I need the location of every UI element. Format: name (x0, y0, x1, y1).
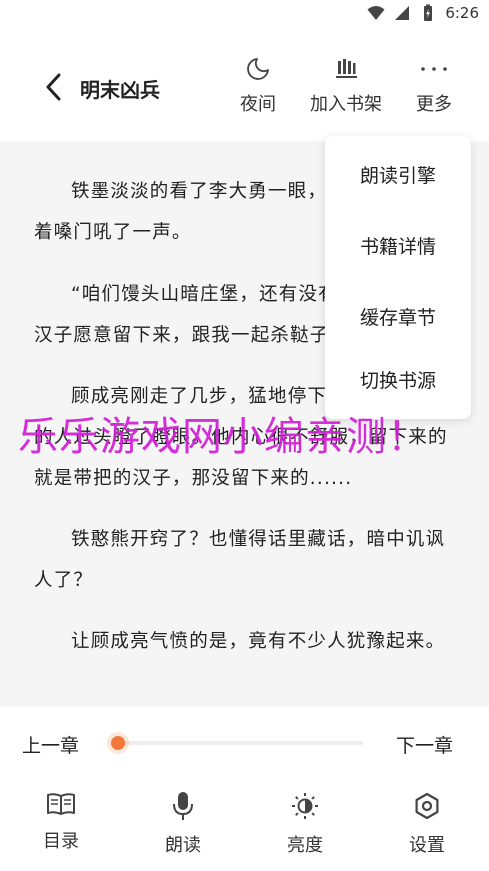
menu-item-switch-source[interactable]: 切换书源 (325, 347, 471, 411)
more-menu: 朗读引擎 书籍详情 缓存章节 切换书源 (325, 136, 471, 419)
prev-chapter-button[interactable]: 上一章 (22, 731, 79, 758)
signal-icon (395, 6, 410, 20)
menu-item-cache-chapters[interactable]: 缓存章节 (325, 284, 471, 348)
menu-item-tts-engine[interactable]: 朗读引擎 (325, 142, 471, 206)
tab-brightness-label: 亮度 (287, 835, 323, 856)
next-chapter-button[interactable]: 下一章 (396, 731, 453, 758)
chapter-progress-slider[interactable] (111, 736, 363, 750)
bottom-panel: 上一章 下一章 目录 朗读 亮度 设置 (0, 707, 489, 871)
tab-settings[interactable]: 设置 (387, 791, 467, 857)
tab-read-aloud-label: 朗读 (165, 835, 201, 856)
paragraph: 铁憨熊开窍了？也懂得话里藏话，暗中讥讽人了？ (34, 529, 446, 591)
more-button[interactable]: 更多 (416, 56, 452, 116)
more-dots-icon (421, 67, 447, 71)
tab-read-aloud[interactable]: 朗读 (143, 791, 223, 857)
wifi-icon (367, 6, 385, 20)
tab-catalog-label: 目录 (43, 831, 79, 852)
tab-settings-label: 设置 (409, 835, 445, 856)
catalog-icon (47, 793, 75, 815)
status-time: 6:26 (445, 4, 479, 22)
progress-thumb[interactable] (111, 736, 125, 750)
add-to-shelf-button[interactable]: 加入书架 (310, 56, 382, 116)
brightness-icon (292, 793, 318, 819)
moon-icon (247, 58, 269, 80)
tab-brightness[interactable]: 亮度 (265, 791, 345, 857)
back-button[interactable] (36, 68, 70, 106)
night-mode-button[interactable]: 夜间 (240, 56, 276, 116)
settings-icon (415, 792, 439, 820)
chevron-left-icon (46, 73, 61, 101)
menu-item-book-details[interactable]: 书籍详情 (325, 213, 471, 277)
microphone-icon (173, 792, 193, 820)
status-icons: 6:26 (367, 4, 479, 22)
status-bar: 6:26 (0, 0, 489, 30)
more-label: 更多 (416, 94, 452, 115)
paragraph: 让顾成亮气愤的是，竟有不少人犹豫起来。 (71, 631, 446, 652)
tab-catalog[interactable]: 目录 (21, 791, 101, 853)
book-title: 明末凶兵 (80, 78, 160, 102)
night-mode-label: 夜间 (240, 94, 276, 115)
add-to-shelf-label: 加入书架 (310, 94, 382, 115)
top-bar: 明末凶兵 夜间 加入书架 更多 (0, 30, 489, 141)
battery-icon (424, 4, 433, 21)
bookshelf-icon (336, 59, 357, 78)
watermark-text: 乐乐游戏网小编亲测！ (18, 414, 428, 460)
